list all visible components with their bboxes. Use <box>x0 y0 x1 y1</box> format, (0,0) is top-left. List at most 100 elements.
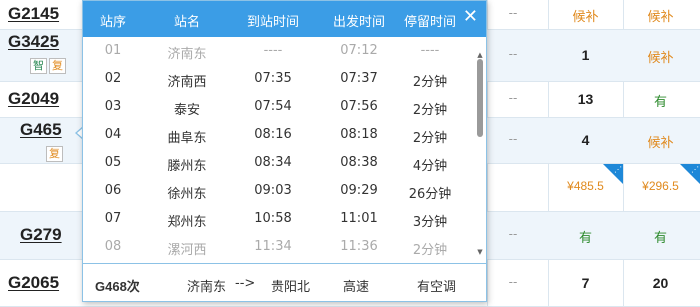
no-seat-dash: -- <box>508 91 518 105</box>
no-seat-dash: -- <box>508 47 518 61</box>
corner-dots-icon: ⋰ <box>614 165 622 174</box>
stop-station: 郑州东 <box>167 215 207 230</box>
stop-depart-time: 11:36 <box>340 239 378 254</box>
table-cell: 13 <box>548 91 623 107</box>
stop-number: 03 <box>104 99 122 114</box>
stop-depart-time: 09:29 <box>340 183 378 198</box>
stops-list[interactable]: 01 济南东 ---- 07:12 ---- 02 济南西 07:35 07:37 2分钟 03 泰安… <box>83 37 475 258</box>
table-cell: 20 <box>623 275 698 291</box>
seat-availability[interactable]: 候补 <box>647 136 673 151</box>
footer-to-station: 贵阳北 <box>271 280 311 295</box>
table-cell: -- <box>490 227 536 241</box>
stop-row: 08 漯河西 11:34 11:36 2分钟 <box>83 233 475 258</box>
table-cell: 4 <box>548 132 623 148</box>
stop-station: 济南东 <box>167 47 207 62</box>
seat-availability[interactable]: 13 <box>578 91 594 107</box>
no-seat-dash: -- <box>508 274 518 289</box>
train-cell: G2065 <box>8 273 59 293</box>
stop-duration: 2分钟 <box>412 103 448 118</box>
train-stops-popup: 站序 站名 到站时间 出发时间 停留时间 ✕ 01 济南东 ---- 07:12 ---… <box>82 0 487 302</box>
footer-from-station: 济南东 <box>187 280 227 295</box>
train-number-link[interactable]: G2145 <box>8 4 59 24</box>
stop-row: 05 滕州东 08:34 08:38 4分钟 <box>83 149 475 177</box>
train-number-link[interactable]: G3425 <box>8 32 68 52</box>
footer-train-type: 高速 <box>343 280 370 295</box>
stop-duration: 4分钟 <box>412 159 448 174</box>
stop-number: 08 <box>104 239 122 254</box>
footer-arrow: --> <box>235 276 256 291</box>
stop-station: 徐州东 <box>167 187 207 202</box>
table-cell: 候补 <box>623 132 698 151</box>
stop-arrive-time: 08:16 <box>254 127 292 142</box>
stop-number: 02 <box>104 71 122 86</box>
train-tag-badge: 智 <box>30 58 47 74</box>
stop-duration: ---- <box>420 43 440 58</box>
train-cell: G2049 <box>8 89 59 109</box>
seat-availability[interactable]: 候补 <box>647 10 673 25</box>
stop-station: 漯河西 <box>167 243 207 258</box>
seat-availability[interactable]: ¥296.5 <box>642 179 679 193</box>
scrollbar[interactable]: ▲ ▼ <box>476 51 484 256</box>
seat-availability[interactable]: 候补 <box>647 51 673 66</box>
seat-availability[interactable]: 7 <box>582 275 590 291</box>
scroll-down-icon[interactable]: ▼ <box>476 248 484 256</box>
scrollbar-thumb[interactable] <box>477 59 483 137</box>
table-cell: -- <box>490 91 536 105</box>
train-number-link[interactable]: G465 <box>20 120 65 140</box>
seat-availability[interactable]: ¥485.5 <box>567 179 604 193</box>
scroll-up-icon[interactable]: ▲ <box>476 51 484 59</box>
seat-availability[interactable]: 有 <box>654 231 667 246</box>
train-cell: G279 <box>20 225 62 245</box>
seat-availability[interactable]: 20 <box>653 275 669 291</box>
stop-row: 07 郑州东 10:58 11:01 3分钟 <box>83 205 475 233</box>
table-cell: 候补 <box>623 6 698 25</box>
stop-depart-time: 07:12 <box>340 43 378 58</box>
stop-arrive-time: 08:34 <box>254 155 292 170</box>
train-tag-badge: 复 <box>46 146 63 162</box>
footer-ac: 有空调 <box>417 280 457 295</box>
stop-duration: 26分钟 <box>408 187 452 202</box>
table-cell: 有 <box>623 91 698 110</box>
seat-availability[interactable]: 有 <box>579 231 592 246</box>
train-number-link[interactable]: G2065 <box>8 273 59 293</box>
stop-arrive-time: 10:58 <box>254 211 292 226</box>
popup-header: 站序 站名 到站时间 出发时间 停留时间 ✕ <box>83 1 486 37</box>
table-cell: -- <box>490 6 536 20</box>
header-station: 站名 <box>173 15 200 30</box>
corner-dots-icon: ⋰ <box>691 165 699 174</box>
table-cell: -- <box>490 47 536 61</box>
seat-availability[interactable]: 候补 <box>572 10 598 25</box>
stop-number: 05 <box>104 155 122 170</box>
table-cell: 有 <box>548 227 623 246</box>
stop-row: 04 曲阜东 08:16 08:18 2分钟 <box>83 121 475 149</box>
seat-availability[interactable]: 有 <box>654 95 667 110</box>
table-cell: 候补 <box>548 6 623 25</box>
stop-row: 06 徐州东 09:03 09:29 26分钟 <box>83 177 475 205</box>
table-cell: -- <box>490 275 536 289</box>
seat-availability[interactable]: 1 <box>582 47 590 63</box>
stop-row: 01 济南东 ---- 07:12 ---- <box>83 37 475 65</box>
stop-arrive-time: 11:34 <box>254 239 292 254</box>
stop-station: 济南西 <box>167 75 207 90</box>
stop-duration: 2分钟 <box>412 75 448 90</box>
footer-train-number: G468次 <box>95 279 140 294</box>
seat-availability[interactable]: 4 <box>582 132 590 148</box>
train-number-link[interactable]: G2049 <box>8 89 59 109</box>
header-stop-time: 停留时间 <box>403 15 456 30</box>
stop-number: 06 <box>104 183 122 198</box>
stop-arrive-time: ---- <box>263 43 283 58</box>
header-depart: 出发时间 <box>332 15 385 30</box>
popup-footer: G468次 济南东 --> 贵阳北 高速 有空调 <box>83 263 486 301</box>
train-cell: G2145 <box>8 4 59 24</box>
stop-station: 滕州东 <box>167 159 207 174</box>
stop-arrive-time: 07:35 <box>254 71 292 86</box>
train-cell: G3425 智复 <box>8 32 68 74</box>
stop-arrive-time: 07:54 <box>254 99 292 114</box>
stop-number: 07 <box>104 211 122 226</box>
train-tag-badge: 复 <box>49 58 66 74</box>
train-number-link[interactable]: G279 <box>20 225 62 245</box>
stop-number: 04 <box>104 127 122 142</box>
stop-station: 曲阜东 <box>167 131 207 146</box>
close-icon[interactable]: ✕ <box>463 7 478 27</box>
stop-duration: 2分钟 <box>412 131 448 146</box>
